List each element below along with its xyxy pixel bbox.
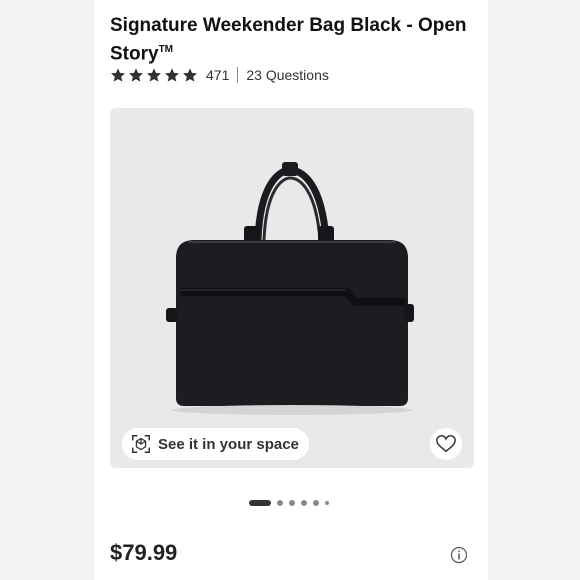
carousel-dot[interactable] xyxy=(289,500,295,506)
rating-stars[interactable] xyxy=(110,67,198,83)
star-icon xyxy=(165,68,179,82)
rating-divider xyxy=(237,67,239,83)
star-icon xyxy=(183,68,197,82)
questions-link[interactable]: 23 Questions xyxy=(246,67,329,83)
star-icon xyxy=(147,68,161,82)
trademark: TM xyxy=(158,44,174,55)
product-title: Signature Weekender Bag Black - Open Sto… xyxy=(110,14,470,66)
product-card: Signature Weekender Bag Black - Open Sto… xyxy=(94,0,488,580)
carousel-dot[interactable] xyxy=(277,500,283,506)
carousel-dot[interactable] xyxy=(313,500,319,506)
carousel-dot[interactable] xyxy=(325,501,329,505)
carousel-dot[interactable] xyxy=(301,500,307,506)
favorite-button[interactable] xyxy=(430,428,462,460)
carousel-dot-active[interactable] xyxy=(249,500,271,506)
rating-row: 471 23 Questions xyxy=(110,66,329,84)
product-title-text: Signature Weekender Bag Black - Open Sto… xyxy=(110,15,467,65)
product-price: $79.99 xyxy=(110,540,178,565)
review-count[interactable]: 471 xyxy=(206,67,229,83)
product-image-carousel[interactable]: See it in your space xyxy=(110,108,474,468)
heart-icon xyxy=(436,435,456,453)
product-image xyxy=(166,162,414,415)
star-icon xyxy=(129,68,143,82)
see-in-space-label: See it in your space xyxy=(158,435,299,453)
carousel-indicator xyxy=(249,500,329,506)
see-in-space-button[interactable]: See it in your space xyxy=(122,428,309,460)
view-in-space-icon xyxy=(132,435,150,453)
star-icon xyxy=(111,68,125,82)
info-icon[interactable] xyxy=(450,546,468,564)
